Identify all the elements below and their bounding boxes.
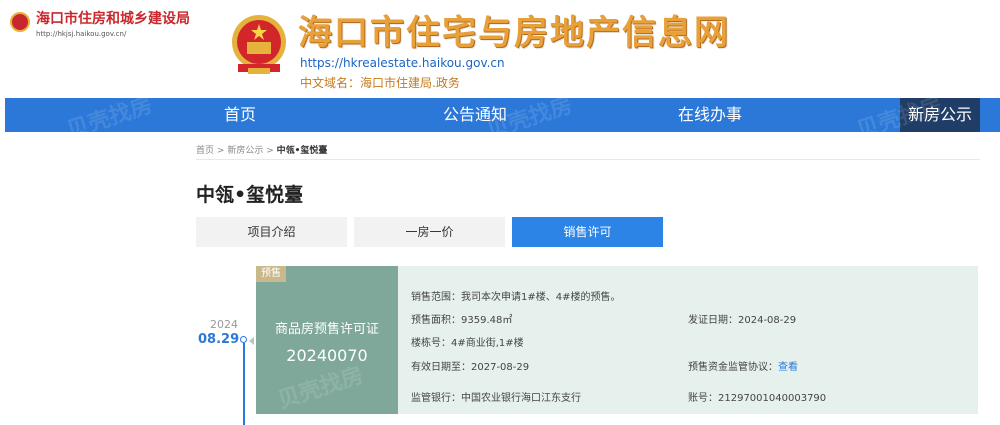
watermark: 贝壳找房 <box>64 92 156 144</box>
permit-type: 商品房预售许可证 <box>274 322 379 337</box>
breadcrumb-section[interactable]: 新房公示 <box>227 146 263 156</box>
divider <box>196 159 980 160</box>
escrow-agreement-label: 预售资金监管协议： <box>688 362 778 373</box>
nav-item-announcements[interactable]: 公告通知 <box>425 98 525 132</box>
page-title: 中瓴•玺悦臺 <box>196 184 304 206</box>
main-nav: 首页 公告通知 在线办事 新房公示 贝壳找房 贝壳找房 贝壳找房 <box>5 93 1000 144</box>
national-emblem-small-icon <box>10 12 30 32</box>
bureau-logo-link[interactable]: 海口市住房和城乡建设局 http://hkjsj.haikou.gov.cn/ <box>10 10 190 38</box>
tab-project-intro[interactable]: 项目介绍 <box>196 217 347 247</box>
site-cn-domain: 中文域名：海口市住建局.政务 <box>300 76 460 90</box>
site-title: 海口市住宅与房地产信息网 <box>298 13 730 53</box>
account-number: 账号：21297001040003790 <box>688 393 827 404</box>
building-numbers: 楼栋号：4#商业街,1#楼 <box>411 338 524 349</box>
presale-area: 预售面积：9359.48㎡ <box>411 315 513 326</box>
timeline-year: 2024 <box>210 318 238 331</box>
breadcrumb-separator: > <box>216 146 225 156</box>
nav-item-home[interactable]: 首页 <box>200 98 280 132</box>
permit-details: 销售范围：我司本次申请1#楼、4#楼的预售。 预售面积：9359.48㎡ 发证日… <box>398 266 978 414</box>
escrow-agreement: 预售资金监管协议：查看 <box>688 358 798 373</box>
breadcrumb-current: 中瓴•玺悦臺 <box>276 146 328 156</box>
bureau-url: http://hkjsj.haikou.gov.cn/ <box>36 30 127 38</box>
national-emblem-icon <box>232 15 286 74</box>
timeline-pointer-icon <box>249 337 254 345</box>
presale-badge: 预售 <box>256 266 286 282</box>
issue-date: 发证日期：2024-08-29 <box>688 315 797 326</box>
watermark: 贝壳找房 <box>275 362 367 414</box>
bureau-name: 海口市住房和城乡建设局 <box>36 11 190 27</box>
site-url: https://hkrealestate.haikou.gov.cn <box>300 56 505 70</box>
timeline-line <box>243 343 245 425</box>
permit-number: 20240070 <box>286 346 368 365</box>
timeline-dot <box>240 336 247 343</box>
nav-item-online-services[interactable]: 在线办事 <box>660 98 760 132</box>
tab-price-list[interactable]: 一房一价 <box>354 217 505 247</box>
nav-item-new-housing[interactable]: 新房公示 <box>900 98 980 132</box>
permit-summary-card: 预售 商品房预售许可证 20240070 贝壳找房 <box>256 266 398 414</box>
timeline-date: 08.29 <box>198 332 240 347</box>
breadcrumb-separator: > <box>266 146 274 156</box>
tab-sales-permit[interactable]: 销售许可 <box>512 217 663 247</box>
supervising-bank: 监管银行：中国农业银行海口江东支行 <box>411 393 581 404</box>
escrow-view-link[interactable]: 查看 <box>778 362 798 373</box>
sales-scope: 销售范围：我司本次申请1#楼、4#楼的预售。 <box>411 292 621 303</box>
breadcrumb-home[interactable]: 首页 <box>196 146 214 156</box>
valid-until: 有效日期至：2027-08-29 <box>411 362 530 373</box>
breadcrumb: 首页 > 新房公示 > 中瓴•玺悦臺 <box>196 143 327 156</box>
